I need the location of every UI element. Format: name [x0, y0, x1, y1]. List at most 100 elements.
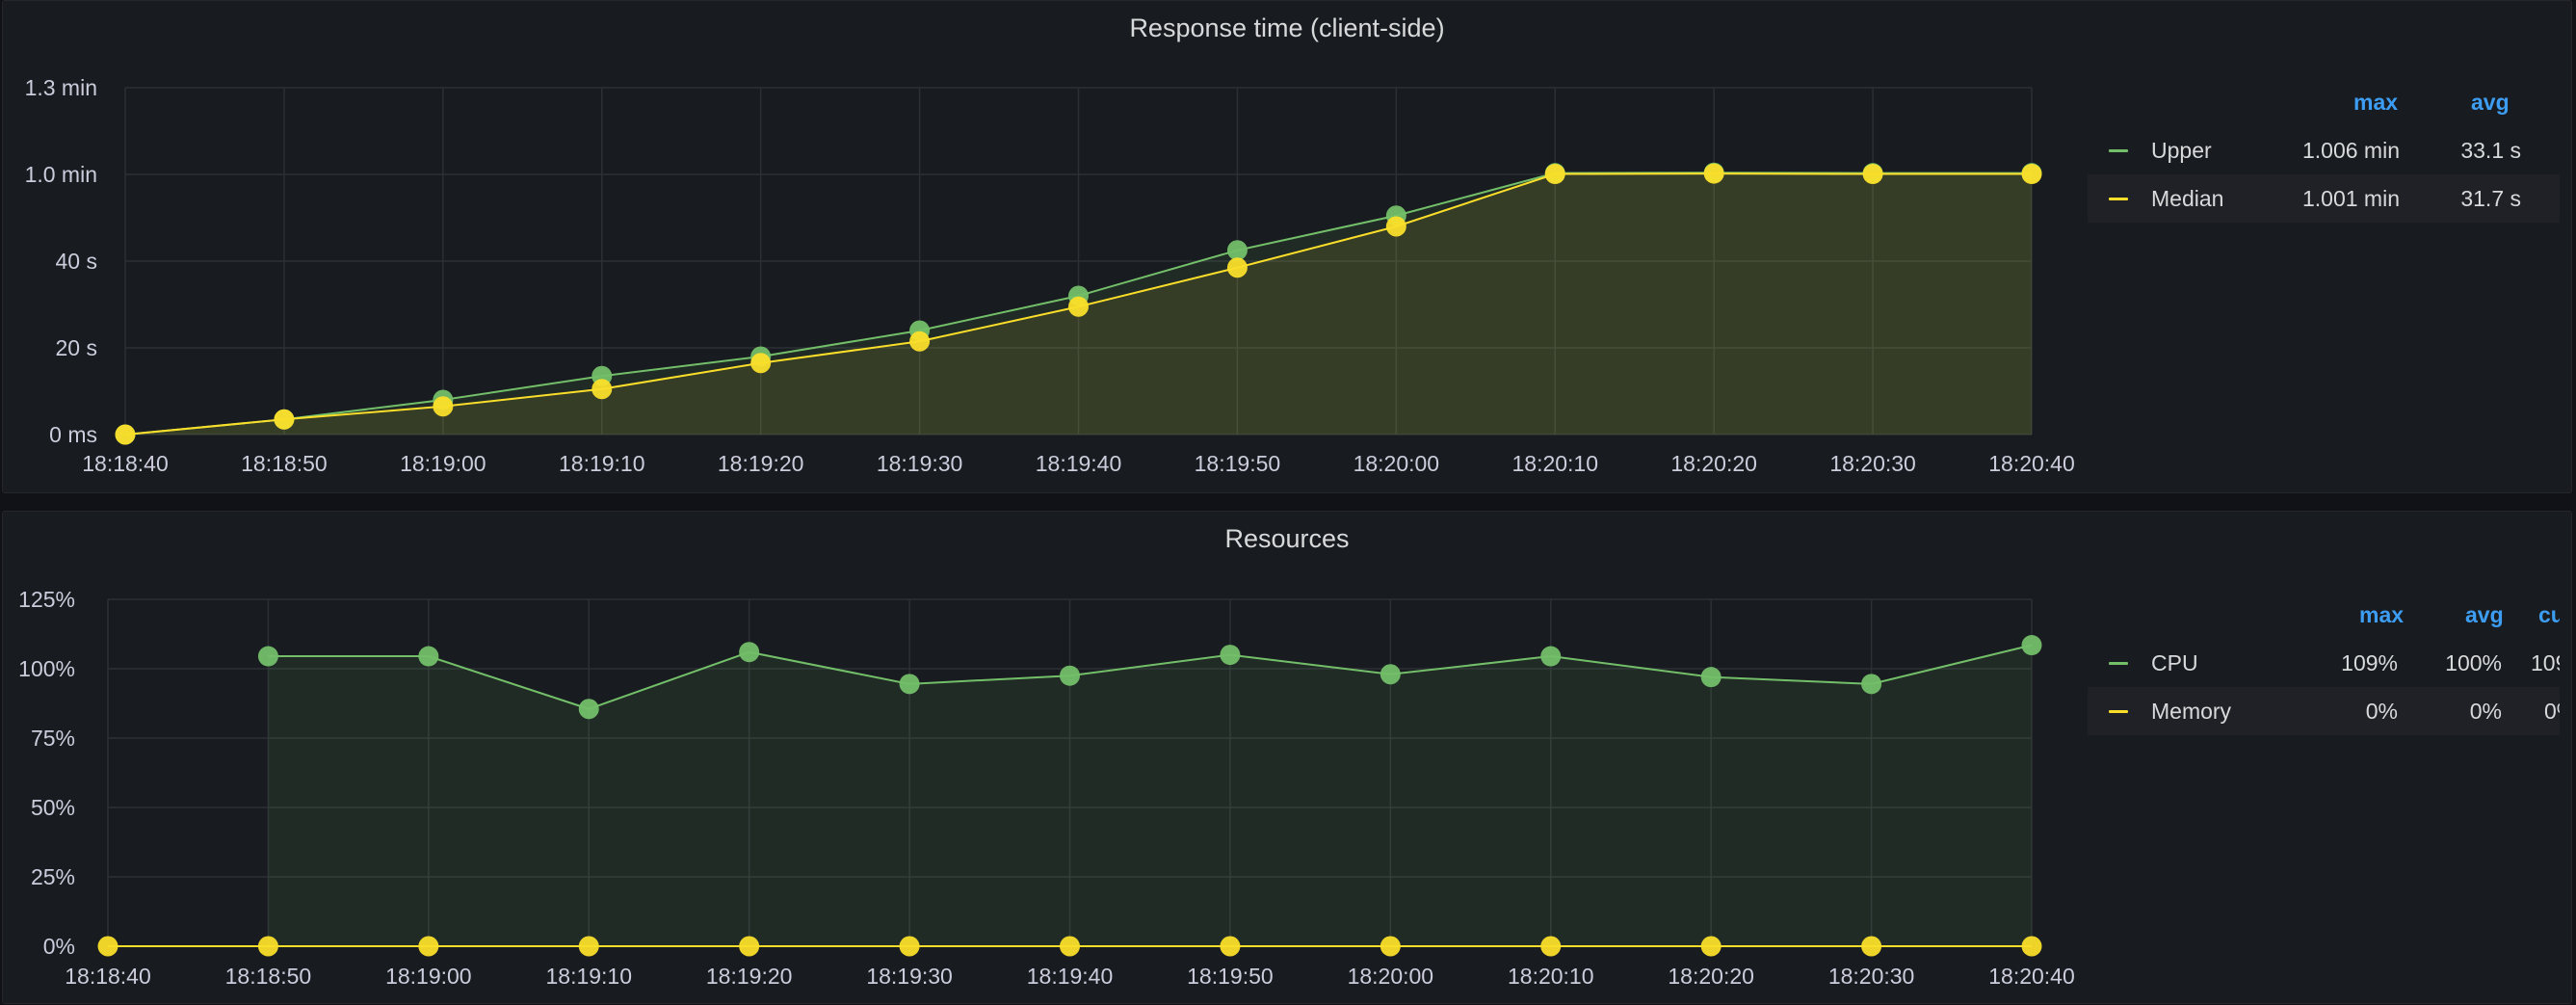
legend-name-median[interactable]: Median	[2151, 174, 2223, 223]
data-point-upper	[1226, 240, 1248, 261]
y-tick-label: 0 ms	[49, 422, 97, 447]
data-point-memory	[1220, 936, 1241, 957]
legend-row-upper[interactable]: Upper 1.006 min 33.1 s	[2088, 126, 2560, 174]
x-tick-label: 18:19:10	[545, 964, 632, 989]
data-point-cpu	[418, 646, 439, 667]
x-tick-label: 18:19:30	[866, 964, 953, 989]
data-point-median	[115, 424, 136, 445]
x-tick-label: 18:19:40	[1027, 964, 1114, 989]
data-point-cpu	[1540, 646, 1562, 667]
y-tick-label: 40 s	[56, 249, 97, 274]
data-point-median	[750, 353, 772, 374]
x-tick-label: 18:19:20	[718, 451, 804, 476]
x-tick-label: 18:20:00	[1354, 451, 1440, 476]
x-tick-label: 18:19:00	[385, 964, 472, 989]
y-tick-label: 0%	[43, 934, 75, 959]
legend-name-memory[interactable]: Memory	[2151, 687, 2231, 735]
data-point-cpu	[1861, 674, 1882, 695]
x-tick-label: 18:20:40	[1988, 451, 2075, 476]
legend-upper-avg: 33.1 s	[2460, 138, 2521, 163]
legend-col-max[interactable]: max	[2353, 78, 2398, 126]
legend-swatch-cpu	[2109, 662, 2128, 665]
legend-row-median[interactable]: Median 1.001 min 31.7 s	[2088, 174, 2560, 223]
data-point-memory	[1060, 936, 1080, 957]
y-tick-label: 100%	[18, 656, 75, 681]
data-point-memory	[97, 936, 118, 957]
data-point-memory	[1700, 936, 1722, 957]
data-point-memory	[739, 936, 760, 957]
resources-panel: Resources 0% 25% 50% 75% 100% 125% 18:18:40 18:…	[2, 511, 2572, 1004]
data-point-median	[591, 379, 613, 400]
data-point-median	[2021, 164, 2042, 185]
x-tick-label: 18:20:30	[1828, 964, 1915, 989]
x-tick-label: 18:18:40	[82, 451, 169, 476]
y-tick-label: 25%	[31, 864, 75, 889]
legend-cpu-current: 109%	[2531, 650, 2560, 675]
y-tick-label: 50%	[31, 795, 75, 820]
legend-header: max avg curren	[2088, 591, 2560, 639]
legend-col-avg[interactable]: avg	[2465, 591, 2504, 639]
data-point-median	[1385, 216, 1406, 237]
data-point-median	[1703, 163, 1724, 184]
legend-upper-max: 1.006 min	[2301, 138, 2400, 163]
data-point-cpu	[899, 674, 920, 695]
x-tick-label: 18:18:50	[241, 451, 328, 476]
data-point-memory	[418, 936, 439, 957]
x-tick-label: 18:19:30	[877, 451, 963, 476]
y-tick-label: 20 s	[56, 335, 97, 360]
x-tick-label: 18:20:20	[1670, 451, 1757, 476]
y-tick-label: 75%	[31, 726, 75, 751]
data-point-median	[909, 331, 931, 352]
legend-memory-avg: 0%	[2469, 699, 2502, 724]
legend-header: max avg	[2088, 78, 2560, 126]
x-tick-label: 18:20:20	[1668, 964, 1754, 989]
data-point-cpu	[257, 646, 278, 667]
y-tick-label: 125%	[18, 587, 75, 612]
y-tick-label: 1.0 min	[25, 162, 97, 187]
data-point-memory	[899, 936, 920, 957]
data-point-memory	[1540, 936, 1562, 957]
x-tick-label: 18:19:20	[706, 964, 793, 989]
x-tick-label: 18:20:00	[1348, 964, 1434, 989]
x-tick-label: 18:19:10	[559, 451, 645, 476]
legend-memory-max: 0%	[2365, 699, 2398, 724]
legend-memory-current: 0%	[2544, 699, 2560, 724]
data-point-cpu	[2021, 635, 2042, 656]
data-point-median	[1544, 164, 1565, 185]
legend-name-upper[interactable]: Upper	[2151, 126, 2212, 174]
x-tick-label: 18:19:40	[1036, 451, 1122, 476]
data-point-cpu	[739, 642, 760, 663]
data-point-memory	[2021, 936, 2042, 957]
x-tick-label: 18:20:10	[1511, 451, 1598, 476]
x-tick-label: 18:19:00	[400, 451, 486, 476]
data-point-cpu	[1060, 665, 1080, 686]
x-tick-label: 18:19:50	[1187, 964, 1274, 989]
data-point-cpu	[1380, 664, 1401, 685]
data-point-median	[1862, 164, 1883, 185]
x-tick-label: 18:20:40	[1988, 964, 2075, 989]
x-tick-label: 18:20:10	[1508, 964, 1594, 989]
legend-row-cpu[interactable]: CPU 109% 100% 109%	[2088, 639, 2560, 687]
legend-col-avg[interactable]: avg	[2471, 78, 2510, 126]
x-tick-label: 18:19:50	[1195, 451, 1281, 476]
data-point-median	[433, 396, 454, 417]
x-tick-label: 18:20:30	[1829, 451, 1916, 476]
legend-cpu-avg: 100%	[2445, 650, 2502, 675]
data-point-memory	[1380, 936, 1401, 957]
response-time-chart[interactable]: 0 ms 20 s 40 s 1.0 min 1.3 min 18:18:40 18:18:…	[3, 1, 2084, 494]
resources-chart[interactable]: 0% 25% 50% 75% 100% 125% 18:18:40 18:18:50 18:19…	[3, 512, 2084, 1005]
data-point-cpu	[1700, 667, 1722, 688]
data-point-median	[1226, 257, 1248, 278]
data-point-median	[1068, 296, 1089, 317]
legend-name-cpu[interactable]: CPU	[2151, 639, 2198, 687]
legend-median-max: 1.001 min	[2301, 186, 2400, 211]
data-point-memory	[257, 936, 278, 957]
legend-col-max[interactable]: max	[2359, 591, 2404, 639]
y-tick-label: 1.3 min	[25, 75, 97, 100]
x-tick-label: 18:18:40	[65, 964, 151, 989]
legend-median-avg: 31.7 s	[2460, 186, 2521, 211]
legend-swatch-upper	[2109, 149, 2128, 152]
legend-col-current[interactable]: curren	[2538, 591, 2560, 639]
response-time-legend: max avg Upper 1.006 min 33.1 s Median 1.…	[2088, 78, 2560, 223]
legend-row-memory[interactable]: Memory 0% 0% 0%	[2088, 687, 2560, 735]
